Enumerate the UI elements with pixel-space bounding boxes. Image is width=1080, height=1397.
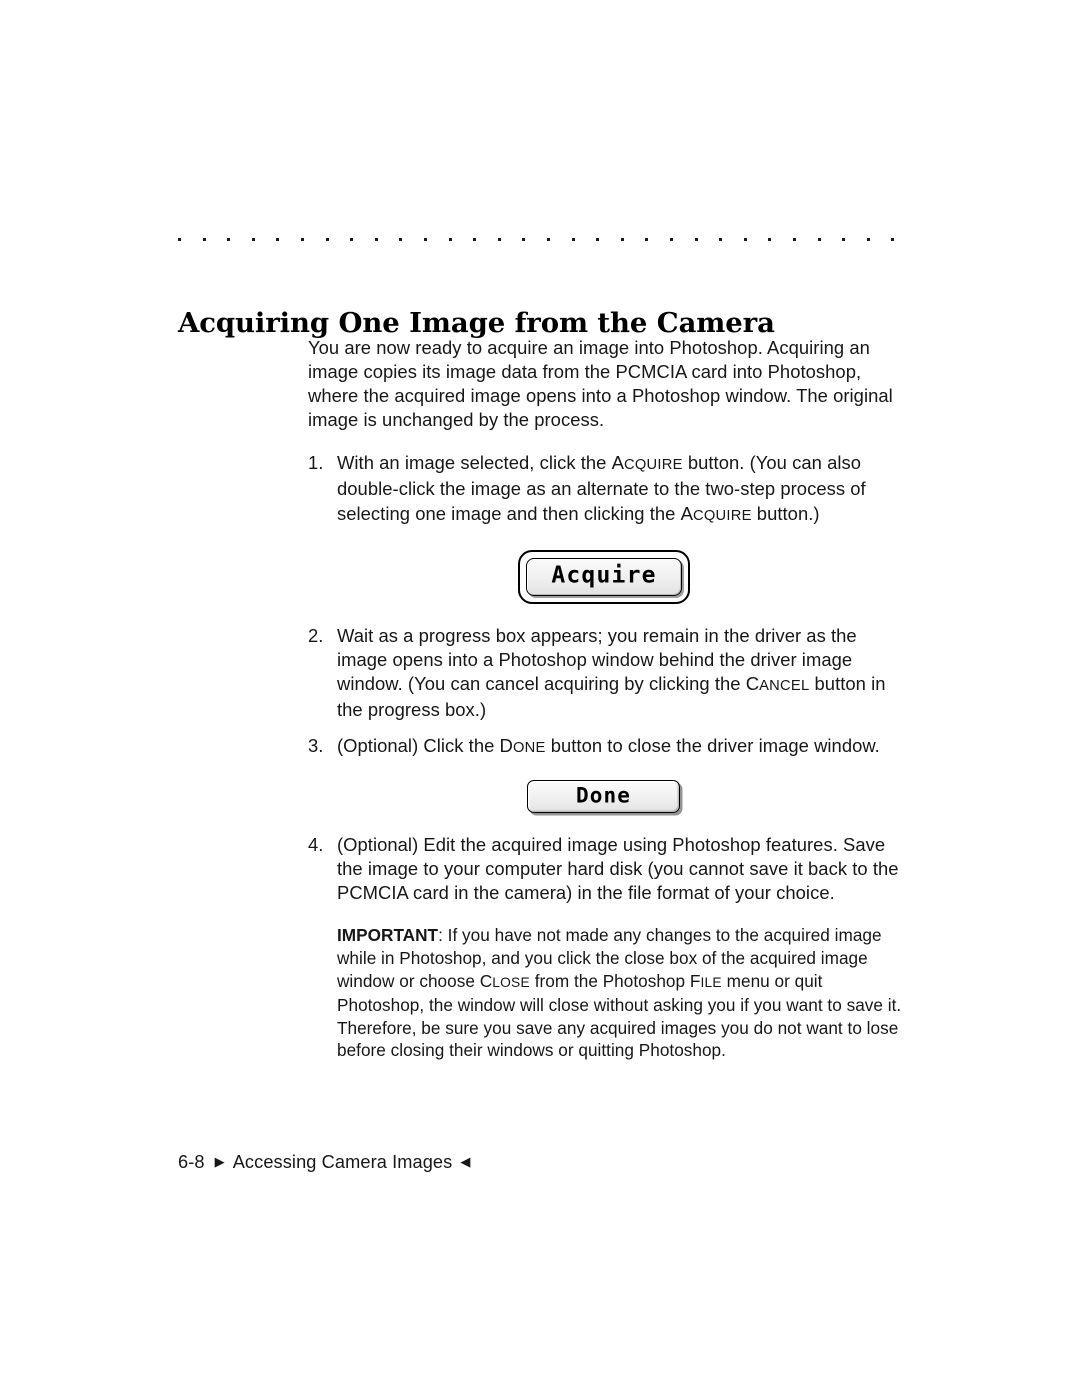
rule-dot — [719, 238, 723, 241]
document-page: Acquiring One Image from the Camera You … — [0, 0, 1080, 1397]
step-number: 4. — [308, 834, 324, 856]
rule-dot — [743, 238, 747, 241]
small-caps-run: ACQUIRE — [611, 452, 683, 474]
rule-dot — [793, 238, 796, 241]
folio-page-number: 6-8 — [178, 1152, 205, 1172]
rule-dot — [202, 238, 206, 241]
rule-dot — [645, 238, 649, 241]
rule-dot — [227, 238, 231, 241]
done-button-label: Done — [576, 783, 631, 808]
rule-dot — [694, 238, 698, 241]
rule-dot — [670, 238, 673, 241]
done-button[interactable]: Done — [527, 780, 680, 814]
triangle-left-icon: ◀ — [460, 1154, 471, 1169]
small-caps-run: CLOSE — [479, 970, 530, 991]
rule-dot — [817, 238, 821, 241]
footer-chapter-title: Accessing Camera Images — [232, 1152, 453, 1172]
list-item-step-3: 3. (Optional) Click the DONE button to c… — [308, 734, 908, 760]
rule-dot — [350, 238, 354, 241]
rule-dot — [547, 238, 550, 241]
page-footer: 6-8 ▶ Accessing Camera Images ◀ — [178, 1150, 470, 1174]
rule-dot — [473, 238, 477, 241]
rule-dot — [596, 238, 600, 241]
rule-dot — [866, 238, 870, 241]
step-number: 1. — [308, 452, 324, 474]
triangle-right-icon: ▶ — [214, 1154, 225, 1169]
small-caps-run: DONE — [499, 735, 546, 757]
rule-dot — [571, 238, 575, 241]
small-caps-run: CANCEL — [745, 672, 810, 694]
rule-dot — [399, 238, 403, 241]
rule-dot — [374, 238, 378, 241]
step-text: (Optional) Edit the acquired image using… — [337, 834, 899, 904]
rule-dot — [276, 238, 280, 241]
rule-dot — [891, 238, 895, 241]
rule-dot — [497, 238, 501, 241]
decorative-dot-rule — [178, 238, 895, 242]
list-item-step-4: 4. (Optional) Edit the acquired image us… — [308, 833, 908, 905]
rule-dot — [178, 238, 181, 241]
rule-dot — [424, 238, 427, 241]
intro-paragraph: You are now ready to acquire an image in… — [308, 337, 893, 431]
rule-dot — [448, 238, 452, 241]
small-caps-run: FILE — [689, 970, 722, 991]
done-button-figure: Done — [308, 760, 908, 833]
acquire-button-face: Acquire — [526, 557, 682, 596]
rule-dot — [768, 238, 772, 241]
acquire-button[interactable]: Acquire — [518, 549, 691, 605]
list-item-step-2: 2. Wait as a progress box appears; you r… — [308, 624, 908, 722]
step-text: (Optional) Click the DONE button to clos… — [337, 735, 880, 757]
body-column: You are now ready to acquire an image in… — [308, 336, 908, 1062]
step-number: 3. — [308, 735, 324, 757]
rule-dot — [325, 238, 329, 241]
list-item-step-1: 1. With an image selected, click the ACQ… — [308, 451, 908, 527]
rule-dot — [301, 238, 304, 241]
rule-dot — [251, 238, 255, 241]
rule-dot — [620, 238, 624, 241]
small-caps-run: ACQUIRE — [680, 502, 752, 524]
rule-dot — [522, 238, 526, 241]
acquire-button-label: Acquire — [551, 562, 657, 589]
step-text: Wait as a progress box appears; you rema… — [337, 624, 886, 720]
step-number: 2. — [308, 624, 324, 646]
emphasis-run: IMPORTANT — [337, 925, 439, 946]
rule-dot — [842, 238, 846, 241]
important-note: IMPORTANT: If you have not made any chan… — [337, 925, 902, 1061]
step-text: With an image selected, click the ACQUIR… — [337, 452, 866, 524]
acquire-button-figure: Acquire — [308, 528, 908, 624]
